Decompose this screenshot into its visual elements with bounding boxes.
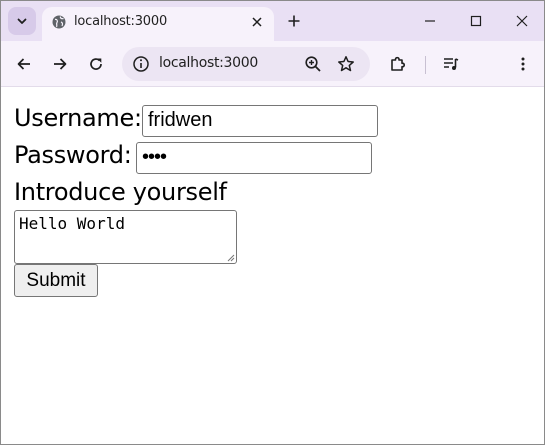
queue-music-icon	[444, 58, 459, 70]
browser-window: localhost:3000 localhost:3000 Username: …	[0, 0, 545, 445]
arrow-right-icon	[54, 58, 67, 70]
resize-grip-icon[interactable]	[227, 254, 235, 262]
back-button[interactable]	[12, 52, 36, 76]
address-bar-url[interactable]: localhost:3000	[159, 55, 258, 71]
arrow-left-icon	[17, 58, 30, 70]
toolbar-divider	[425, 56, 426, 74]
minimize-button[interactable]	[418, 9, 442, 33]
zoom-icon[interactable]	[304, 55, 322, 73]
close-window-button[interactable]	[510, 9, 534, 33]
bookmark-star-icon[interactable]	[337, 55, 355, 73]
introduce-label: Introduce yourself	[14, 178, 227, 206]
close-icon	[252, 17, 262, 27]
reload-icon	[90, 58, 102, 70]
username-label: Username:	[14, 104, 142, 132]
active-tab[interactable]: localhost:3000	[42, 7, 274, 41]
username-input[interactable]: fridwen	[142, 105, 378, 137]
page-content: Username: fridwen Password: •••• Introdu…	[1, 88, 544, 444]
extensions-button[interactable]	[386, 52, 410, 76]
browser-toolbar: localhost:3000	[1, 41, 544, 87]
site-info-icon[interactable]	[132, 55, 150, 73]
plus-icon	[288, 15, 300, 27]
tab-title: localhost:3000	[74, 14, 168, 29]
media-controls-button[interactable]	[439, 52, 463, 76]
puzzle-piece-icon	[391, 56, 405, 71]
close-icon	[516, 15, 528, 27]
introduce-textarea[interactable]: Hello World	[14, 210, 237, 264]
password-input[interactable]: ••••	[136, 142, 372, 174]
address-bar[interactable]: localhost:3000	[122, 47, 370, 81]
browser-menu-button[interactable]	[511, 52, 535, 76]
maximize-icon	[470, 15, 482, 27]
reload-button[interactable]	[84, 52, 108, 76]
forward-button[interactable]	[48, 52, 72, 76]
globe-icon	[52, 15, 66, 29]
new-tab-button[interactable]	[284, 11, 304, 31]
tab-strip: localhost:3000	[1, 1, 544, 41]
password-label: Password:	[14, 141, 132, 169]
more-vertical-icon	[521, 57, 525, 71]
submit-button[interactable]: Submit	[14, 264, 98, 297]
close-tab-button[interactable]	[248, 13, 266, 31]
minimize-icon	[425, 20, 435, 22]
tab-search-button[interactable]	[8, 7, 36, 35]
chevron-down-icon	[17, 18, 27, 24]
maximize-button[interactable]	[464, 9, 488, 33]
